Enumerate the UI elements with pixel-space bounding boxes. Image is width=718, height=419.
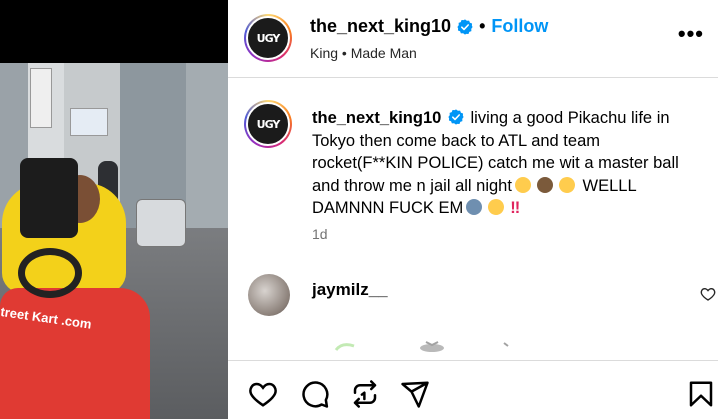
avatar-logo: UGY: [256, 117, 281, 131]
share-icon: [401, 381, 429, 408]
rofl-emoji: [485, 196, 507, 218]
author-avatar[interactable]: UGY: [244, 14, 292, 62]
author-username[interactable]: the_next_king10: [310, 16, 451, 37]
van: [136, 199, 186, 247]
steering-wheel: [18, 248, 82, 298]
post-photo: treet Kart .com: [0, 63, 228, 419]
repost-icon: [353, 380, 377, 408]
commenter-username[interactable]: jaymilz__: [312, 280, 388, 300]
caption-avatar[interactable]: UGY: [244, 100, 292, 148]
comment-item: jaymilz__: [228, 258, 718, 352]
post-media[interactable]: treet Kart .com: [0, 0, 228, 419]
verified-icon: [457, 18, 473, 35]
caption-username[interactable]: the_next_king10: [312, 109, 441, 127]
man-facepalming-emoji: [536, 176, 553, 193]
post-header: UGY the_next_king10 • Follow King • Made…: [228, 0, 718, 78]
commenter-avatar[interactable]: [248, 274, 290, 316]
author-subtitle: King • Made Man: [310, 45, 417, 61]
author-row: the_next_king10 • Follow: [310, 16, 548, 37]
save-button[interactable]: [686, 379, 716, 409]
caption-text: the_next_king10 living a good Pikachu li…: [312, 107, 702, 220]
comment-button[interactable]: [300, 379, 330, 409]
billboard: [70, 108, 108, 136]
action-bar: [228, 360, 718, 419]
separator-dot: •: [479, 16, 486, 36]
kart-seat: [20, 158, 78, 238]
bookmark-icon: [689, 381, 713, 407]
post-caption: UGY the_next_king10 living a good Pikach…: [228, 79, 718, 258]
more-icon[interactable]: •••: [678, 23, 704, 45]
comment-emoji-preview: [334, 341, 509, 352]
comment-icon: [302, 381, 329, 408]
post-timestamp[interactable]: 1d: [312, 226, 328, 242]
street-sign: [30, 68, 52, 128]
verified-icon: [448, 109, 464, 125]
follow-button[interactable]: Follow: [491, 16, 548, 37]
heart-icon: [249, 382, 277, 407]
huffing-face-emoji: [514, 176, 531, 193]
rofl-emoji: [556, 173, 578, 196]
like-button[interactable]: [248, 379, 278, 409]
share-button[interactable]: [400, 379, 430, 409]
repost-button[interactable]: [350, 379, 380, 409]
heart-icon[interactable]: [700, 286, 716, 302]
man-shrugging-emoji: [466, 199, 483, 215]
avatar-logo: UGY: [256, 31, 281, 45]
double-exclamation-emoji: ‼: [510, 199, 521, 217]
